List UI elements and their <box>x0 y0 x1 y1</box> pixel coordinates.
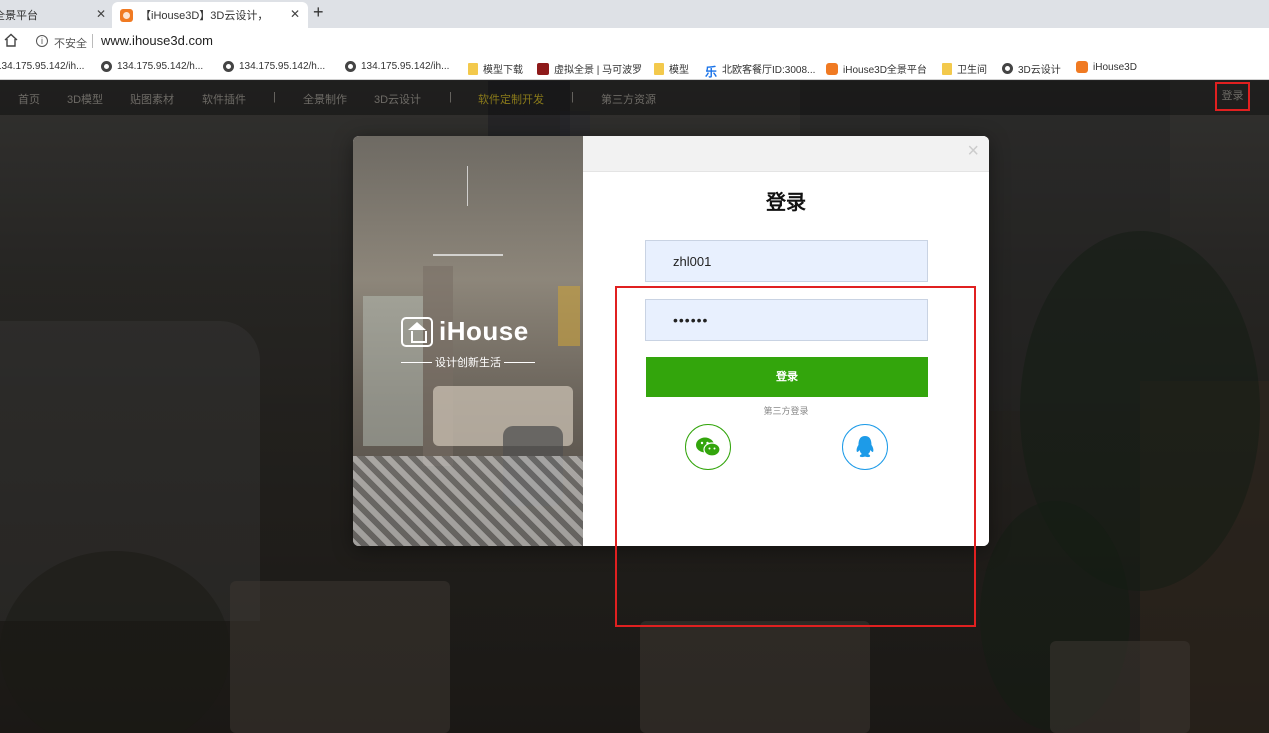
nav-item-home[interactable]: 首页 <box>18 91 40 107</box>
home-icon[interactable] <box>4 33 18 47</box>
slogan-text: 设计创新生活 <box>435 357 501 369</box>
modal-promo-image: iHouse 设计创新生活 <box>353 136 583 546</box>
nav-item-custom-dev[interactable]: 软件定制开发 <box>478 91 544 107</box>
chandelier-icon <box>433 166 503 256</box>
close-icon[interactable]: × <box>967 140 979 163</box>
bookmark-item[interactable]: 模型下载 <box>468 61 523 76</box>
ihouse-icon <box>1076 61 1088 73</box>
nav-item-textures[interactable]: 贴图素材 <box>130 91 174 107</box>
security-label[interactable]: 不安全 <box>54 35 87 51</box>
bookmark-label: 模型 <box>669 65 689 76</box>
tab-ihouse3d[interactable]: 【iHouse3D】3D云设计，3D家 ✕ <box>112 2 308 28</box>
house-logo-icon <box>401 316 433 347</box>
nav-divider: | <box>571 91 574 103</box>
qq-icon <box>856 436 874 458</box>
bookmark-label: 虚拟全景 | 马可波罗 <box>554 65 643 76</box>
le-icon: 乐 <box>705 64 718 79</box>
folder-icon <box>942 62 952 75</box>
nav-item-panorama[interactable]: 全景制作 <box>303 91 347 107</box>
nav-divider: | <box>273 91 276 103</box>
ihouse-icon <box>826 62 838 75</box>
bookmark-item[interactable]: 3D云设计 <box>1002 61 1061 76</box>
qq-login-button[interactable] <box>842 424 888 470</box>
password-input[interactable]: •••••• <box>645 299 928 341</box>
browser-tab-bar: 全景平台 ✕ 【iHouse3D】3D云设计，3D家 ✕ + <box>0 0 1269 28</box>
url-field[interactable]: www.ihouse3d.com <box>101 33 213 48</box>
bookmark-item[interactable]: 卫生间 <box>942 61 987 76</box>
brand-name: iHouse <box>439 316 529 346</box>
site-top-nav: 首页 3D模型 贴图素材 软件插件 | 全景制作 3D云设计 | 软件定制开发 … <box>0 81 1269 115</box>
globe-icon <box>345 61 356 72</box>
site-icon <box>537 62 549 75</box>
third-party-login-label: 第三方登录 <box>763 406 809 416</box>
globe-icon <box>223 61 234 72</box>
address-bar: i 不安全 www.ihouse3d.com <box>0 28 1269 55</box>
bookmark-label: 3D云设计 <box>1018 65 1061 76</box>
bookmark-label: 134.175.95.142/h... <box>239 61 326 72</box>
bookmark-item[interactable]: 134.175.95.142/ih... <box>0 61 84 72</box>
ihouse-logo: iHouse <box>401 316 529 347</box>
tab-close-icon[interactable]: ✕ <box>290 7 300 21</box>
nav-divider: | <box>449 91 452 103</box>
login-title: 登录 <box>766 192 806 214</box>
tab-title: 【iHouse3D】3D云设计，3D家 <box>140 10 268 22</box>
bookmark-label: 模型下载 <box>483 65 523 76</box>
bookmark-label: 134.175.95.142/ih... <box>0 61 85 72</box>
nav-item-third-party-resources[interactable]: 第三方资源 <box>601 91 656 107</box>
login-modal: iHouse 设计创新生活 × 登录 zhl001 •••••• 登录 第三方登… <box>353 136 989 546</box>
login-submit-button[interactable]: 登录 <box>646 357 928 397</box>
bookmark-item[interactable]: iHouse3D全景平台 <box>826 61 927 76</box>
bookmark-item[interactable]: 模型 <box>654 61 689 76</box>
globe-icon <box>101 61 112 72</box>
room-rug <box>353 456 583 546</box>
nav-item-plugins[interactable]: 软件插件 <box>202 91 246 107</box>
nav-login-button[interactable]: 登录 <box>1215 82 1250 111</box>
tab-quanjing[interactable]: 全景平台 ✕ <box>0 2 110 28</box>
folder-icon <box>468 62 478 75</box>
modal-header: × <box>583 136 989 172</box>
nav-item-3d-models[interactable]: 3D模型 <box>67 91 103 107</box>
bookmark-item[interactable]: 乐 北欧客餐厅ID:3008... <box>705 61 816 79</box>
nav-item-3d-cloud-design[interactable]: 3D云设计 <box>374 91 421 107</box>
bookmark-item[interactable]: 134.175.95.142/h... <box>223 61 325 72</box>
folder-icon <box>654 62 664 75</box>
globe-icon <box>1002 63 1013 74</box>
username-input[interactable]: zhl001 <box>645 240 928 282</box>
wechat-icon <box>696 437 721 457</box>
login-form-panel: × 登录 zhl001 •••••• 登录 第三方登录 <box>583 136 989 546</box>
bookmark-label: iHouse3D <box>1093 61 1137 73</box>
bookmark-label: 134.175.95.142/h... <box>117 61 204 72</box>
bookmark-item[interactable]: 134.175.95.142/ih... <box>345 61 449 72</box>
bookmark-item[interactable]: 虚拟全景 | 马可波罗 <box>537 61 642 76</box>
tab-title: 全景平台 <box>0 10 38 22</box>
room-artwork <box>558 286 580 346</box>
new-tab-button[interactable]: + <box>313 2 324 23</box>
info-icon[interactable]: i <box>36 35 48 47</box>
bookmark-label: iHouse3D全景平台 <box>843 65 927 76</box>
bookmark-label: 134.175.95.142/ih... <box>361 61 450 72</box>
bookmarks-bar: 134.175.95.142/ih... 134.175.95.142/h...… <box>0 55 1269 80</box>
bookmark-label: 北欧客餐厅ID:3008... <box>722 65 816 76</box>
ihouse-favicon-icon <box>120 8 133 22</box>
background-furniture <box>640 621 870 733</box>
bookmark-item[interactable]: 134.175.95.142/h... <box>101 61 203 72</box>
bookmark-item[interactable]: iHouse3D <box>1076 61 1137 73</box>
bookmark-label: 卫生间 <box>957 65 987 76</box>
wechat-login-button[interactable] <box>685 424 731 470</box>
url-divider <box>92 34 93 48</box>
background-furniture <box>230 581 450 733</box>
brand-slogan: 设计创新生活 <box>401 354 535 370</box>
background-furniture <box>1050 641 1190 733</box>
tab-close-icon[interactable]: ✕ <box>96 7 106 21</box>
